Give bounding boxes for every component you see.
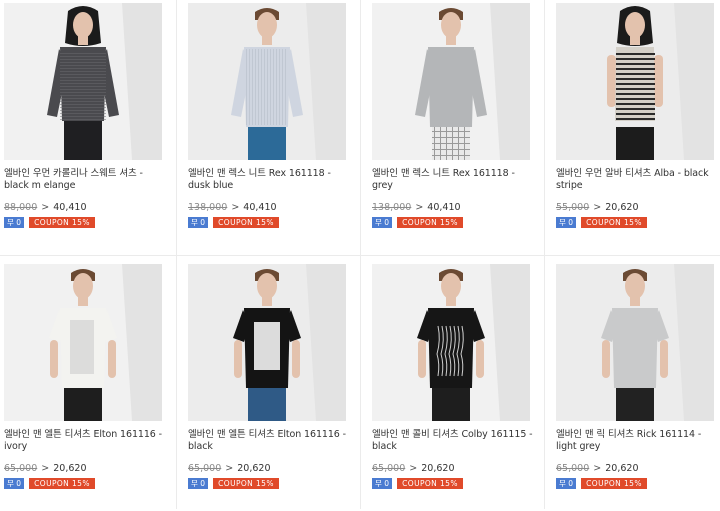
- arrow-icon: >: [38, 463, 53, 474]
- product-price: 65,000 > 20,620: [188, 463, 271, 474]
- product-price: 65,000 > 20,620: [556, 463, 639, 474]
- product-card[interactable]: 엘바인 맨 렉스 니트 Rex 161118 - grey 138,000 > …: [368, 0, 544, 250]
- product-image[interactable]: [4, 3, 162, 160]
- product-image[interactable]: [372, 264, 530, 421]
- free-shipping-badge: 무 0: [4, 478, 25, 489]
- product-price: 65,000 > 20,620: [372, 463, 455, 474]
- coupon-badge[interactable]: COUPON 15%: [29, 478, 95, 489]
- free-shipping-badge: 무 0: [556, 217, 577, 228]
- sale-price: 40,410: [243, 202, 277, 213]
- coupon-badge[interactable]: COUPON 15%: [213, 217, 279, 228]
- coupon-badge[interactable]: COUPON 15%: [29, 217, 95, 228]
- product-price: 138,000 > 40,410: [188, 202, 277, 213]
- sale-price: 20,620: [605, 202, 639, 213]
- product-name[interactable]: 엘바인 맨 엘튼 티셔츠 Elton 161116 - black: [188, 429, 354, 453]
- original-price: 65,000: [372, 463, 406, 474]
- product-image[interactable]: [188, 264, 346, 421]
- original-price: 55,000: [556, 202, 590, 213]
- product-name[interactable]: 엘바인 맨 릭 티셔츠 Rick 161114 - light grey: [556, 429, 720, 453]
- product-name[interactable]: 엘바인 우먼 알바 티셔츠 Alba - black stripe: [556, 168, 720, 192]
- row-divider: [0, 255, 720, 256]
- product-image[interactable]: [4, 264, 162, 421]
- product-image[interactable]: [188, 3, 346, 160]
- free-shipping-badge: 무 0: [188, 217, 209, 228]
- product-name[interactable]: 엘바인 맨 렉스 니트 Rex 161118 - grey: [372, 168, 538, 192]
- product-image[interactable]: [556, 264, 714, 421]
- original-price: 138,000: [188, 202, 228, 213]
- arrow-icon: >: [590, 202, 605, 213]
- sale-price: 20,620: [421, 463, 455, 474]
- product-card[interactable]: 엘바인 맨 릭 티셔츠 Rick 161114 - light grey 65,…: [552, 261, 720, 511]
- sale-price: 20,620: [237, 463, 271, 474]
- free-shipping-badge: 무 0: [188, 478, 209, 489]
- product-grid: 엘바인 우먼 카롤리나 스웨트 셔츠 - black m elange 88,0…: [0, 0, 720, 509]
- coupon-badge[interactable]: COUPON 15%: [581, 217, 647, 228]
- sale-price: 40,410: [53, 202, 87, 213]
- coupon-badge[interactable]: COUPON 15%: [581, 478, 647, 489]
- arrow-icon: >: [38, 202, 53, 213]
- product-price: 55,000 > 20,620: [556, 202, 639, 213]
- original-price: 65,000: [4, 463, 38, 474]
- sale-price: 20,620: [53, 463, 87, 474]
- product-card[interactable]: 엘바인 우먼 알바 티셔츠 Alba - black stripe 55,000…: [552, 0, 720, 250]
- product-card[interactable]: 엘바인 맨 콜비 티셔츠 Colby 161115 - black 65,000…: [368, 261, 544, 511]
- product-card[interactable]: 엘바인 맨 엘튼 티셔츠 Elton 161116 - ivory 65,000…: [0, 261, 176, 511]
- arrow-icon: >: [590, 463, 605, 474]
- original-price: 65,000: [556, 463, 590, 474]
- arrow-icon: >: [222, 463, 237, 474]
- arrow-icon: >: [412, 202, 427, 213]
- product-price: 65,000 > 20,620: [4, 463, 87, 474]
- coupon-badge[interactable]: COUPON 15%: [397, 217, 463, 228]
- free-shipping-badge: 무 0: [556, 478, 577, 489]
- arrow-icon: >: [406, 463, 421, 474]
- product-card[interactable]: 엘바인 맨 렉스 니트 Rex 161118 - dusk blue 138,0…: [184, 0, 360, 250]
- sale-price: 20,620: [605, 463, 639, 474]
- product-image[interactable]: [372, 3, 530, 160]
- free-shipping-badge: 무 0: [372, 217, 393, 228]
- product-name[interactable]: 엘바인 맨 콜비 티셔츠 Colby 161115 - black: [372, 429, 538, 453]
- product-card[interactable]: 엘바인 맨 엘튼 티셔츠 Elton 161116 - black 65,000…: [184, 261, 360, 511]
- coupon-badge[interactable]: COUPON 15%: [213, 478, 279, 489]
- original-price: 138,000: [372, 202, 412, 213]
- product-name[interactable]: 엘바인 맨 엘튼 티셔츠 Elton 161116 - ivory: [4, 429, 170, 453]
- product-card[interactable]: 엘바인 우먼 카롤리나 스웨트 셔츠 - black m elange 88,0…: [0, 0, 176, 250]
- free-shipping-badge: 무 0: [4, 217, 25, 228]
- product-name[interactable]: 엘바인 우먼 카롤리나 스웨트 셔츠 - black m elange: [4, 168, 170, 192]
- sale-price: 40,410: [427, 202, 461, 213]
- product-price: 138,000 > 40,410: [372, 202, 461, 213]
- original-price: 88,000: [4, 202, 38, 213]
- original-price: 65,000: [188, 463, 222, 474]
- product-name[interactable]: 엘바인 맨 렉스 니트 Rex 161118 - dusk blue: [188, 168, 354, 192]
- free-shipping-badge: 무 0: [372, 478, 393, 489]
- coupon-badge[interactable]: COUPON 15%: [397, 478, 463, 489]
- arrow-icon: >: [228, 202, 243, 213]
- product-price: 88,000 > 40,410: [4, 202, 87, 213]
- product-image[interactable]: [556, 3, 714, 160]
